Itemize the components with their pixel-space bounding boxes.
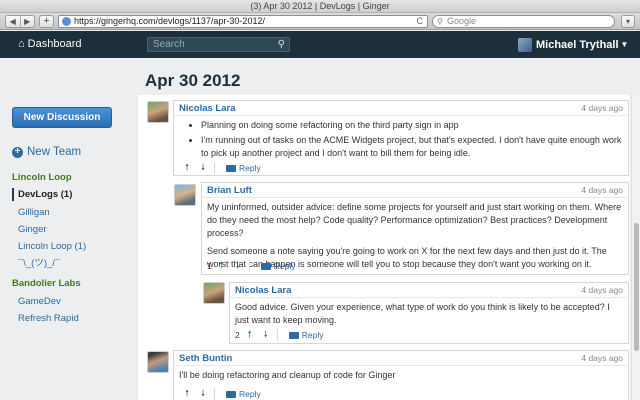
reply-icon: [260, 262, 271, 270]
browser-toolbar: ◀ ▶ + https://gingerhq.com/devlogs/1137/…: [0, 13, 640, 30]
scrollbar-thumb[interactable]: [634, 223, 639, 351]
sidebar-item-shrug[interactable]: ¯\_(ツ)_/¯: [12, 257, 122, 270]
sidebar-item-ginger[interactable]: Ginger: [12, 223, 122, 236]
reply-button[interactable]: Reply: [239, 389, 261, 399]
downvote-arrow-icon[interactable]: 🠗: [258, 327, 274, 343]
post-time: 4 days ago: [581, 353, 623, 363]
tab-overview-button[interactable]: ▾: [621, 15, 635, 28]
dashboard-link[interactable]: ⌂ Dashboard: [18, 37, 81, 51]
post-header: Nicolas Lara 4 days ago: [174, 101, 628, 116]
post-body: Planning on doing some refactoring on th…: [179, 119, 622, 162]
app-search-input[interactable]: Search ⚲: [147, 37, 290, 52]
reply-button[interactable]: Reply: [274, 261, 296, 271]
avatar[interactable]: [147, 351, 169, 373]
group-heading-lincoln-loop[interactable]: Lincoln Loop: [12, 172, 72, 183]
post-header: Brian Luft 4 days ago: [202, 183, 628, 198]
browser-search-placeholder: Google: [447, 16, 477, 26]
window-title: (3) Apr 30 2012 | DevLogs | Ginger: [250, 1, 390, 11]
divider: [214, 162, 215, 174]
search-icon: ⚲: [437, 17, 443, 26]
post-bullet: Planning on doing some refactoring on th…: [201, 119, 622, 132]
user-avatar: [518, 37, 532, 52]
upvote-arrow-icon[interactable]: 🠕: [179, 386, 195, 400]
post-paragraph: Good advice. Given your experience, what…: [235, 302, 610, 325]
new-team-link[interactable]: + New Team: [12, 146, 81, 158]
upvote-arrow-icon[interactable]: 🠕: [179, 160, 195, 176]
post-actions: 2 🠕 🠗 Reply: [235, 328, 323, 342]
globe-icon: [62, 17, 71, 26]
upvote-arrow-icon[interactable]: 🠕: [242, 327, 258, 343]
post-actions: 🠕 🠗 Reply: [179, 387, 261, 400]
new-discussion-button[interactable]: New Discussion: [12, 107, 112, 128]
post-author[interactable]: Brian Luft: [207, 185, 252, 196]
sidebar-item-gilligan[interactable]: Gilligan: [12, 206, 122, 219]
user-name: Michael Trythall: [536, 38, 619, 51]
reply-icon: [226, 164, 236, 172]
post-time: 4 days ago: [581, 285, 623, 295]
address-bar[interactable]: https://gingerhq.com/devlogs/1137/apr-30…: [58, 15, 428, 28]
history-buttons: ◀ ▶: [5, 15, 35, 28]
app-header: ⌂ Dashboard Search ⚲ Michael Trythall ▼: [0, 31, 640, 58]
divider: [276, 329, 278, 341]
browser-titlebar: (3) Apr 30 2012 | DevLogs | Ginger: [0, 0, 640, 13]
post-time: 4 days ago: [581, 185, 623, 195]
sidebar-item-gamedev[interactable]: GameDev: [12, 295, 122, 308]
vote-count: 1: [207, 261, 212, 271]
sidebar-item-refresh-rapid[interactable]: Refresh Rapid: [12, 312, 122, 325]
post-author[interactable]: Nicolas Lara: [235, 285, 292, 296]
search-icon[interactable]: ⚲: [278, 38, 285, 51]
post-body: I'll be doing refactoring and cleanup of…: [179, 369, 622, 387]
scrollbar[interactable]: [631, 95, 640, 400]
reply-icon: [226, 390, 236, 398]
vote-count: 2: [235, 330, 240, 340]
post-paragraph: I'll be doing refactoring and cleanup of…: [179, 370, 396, 380]
home-icon: ⌂: [18, 38, 25, 50]
post-time: 4 days ago: [581, 103, 623, 113]
post-seth-buntin: Seth Buntin 4 days ago I'll be doing ref…: [173, 350, 629, 400]
dashboard-label: Dashboard: [27, 38, 82, 50]
back-arrow-icon[interactable]: ◀: [6, 16, 20, 27]
downvote-arrow-icon[interactable]: 🠗: [195, 160, 211, 176]
post-paragraph: My uninformed, outsider advice: define s…: [207, 202, 622, 238]
post-header: Nicolas Lara 4 days ago: [230, 283, 628, 298]
post-author[interactable]: Seth Buntin: [179, 353, 232, 364]
avatar[interactable]: [174, 184, 196, 206]
chevron-down-icon: ▼: [620, 40, 629, 49]
app-search-placeholder: Search: [153, 39, 185, 50]
post-nicolas-lara-reply: Nicolas Lara 4 days ago Good advice. Giv…: [229, 282, 629, 344]
new-tab-button[interactable]: +: [39, 15, 54, 28]
page-title: Apr 30 2012: [145, 71, 241, 90]
upvote-arrow-icon[interactable]: 🠕: [214, 258, 230, 274]
post-actions: 1 🠕 🠗 Reply: [207, 259, 295, 273]
forward-arrow-icon[interactable]: ▶: [19, 16, 35, 27]
divider: [214, 388, 215, 400]
downvote-arrow-icon[interactable]: 🠗: [230, 258, 246, 274]
post-actions: 🠕 🠗 Reply: [179, 161, 261, 175]
plus-circle-icon: +: [12, 146, 23, 158]
reply-button[interactable]: Reply: [302, 330, 324, 340]
sidebar-item-devlogs[interactable]: DevLogs (1): [12, 188, 122, 201]
reply-icon: [288, 331, 299, 339]
post-brian-luft: Brian Luft 4 days ago My uninformed, out…: [201, 182, 629, 275]
reload-icon[interactable]: C: [417, 16, 424, 27]
user-menu[interactable]: Michael Trythall ▼: [518, 37, 628, 52]
post-nicolas-lara: Nicolas Lara 4 days ago Planning on doin…: [173, 100, 629, 176]
avatar[interactable]: [147, 101, 169, 123]
downvote-arrow-icon[interactable]: 🠗: [195, 386, 211, 400]
new-team-label: New Team: [27, 146, 82, 158]
sidebar-item-lincoln-loop[interactable]: Lincoln Loop (1): [12, 240, 122, 253]
url-text[interactable]: https://gingerhq.com/devlogs/1137/apr-30…: [74, 16, 265, 27]
browser-search-input[interactable]: ⚲ Google: [432, 15, 615, 28]
avatar[interactable]: [203, 282, 225, 304]
post-header: Seth Buntin 4 days ago: [174, 351, 628, 366]
post-bullet: I'm running out of tasks on the ACME Wid…: [201, 134, 622, 160]
reply-button[interactable]: Reply: [239, 163, 261, 173]
group-heading-bandolier-labs[interactable]: Bandolier Labs: [12, 278, 81, 289]
post-author[interactable]: Nicolas Lara: [179, 103, 236, 114]
divider: [248, 260, 250, 272]
